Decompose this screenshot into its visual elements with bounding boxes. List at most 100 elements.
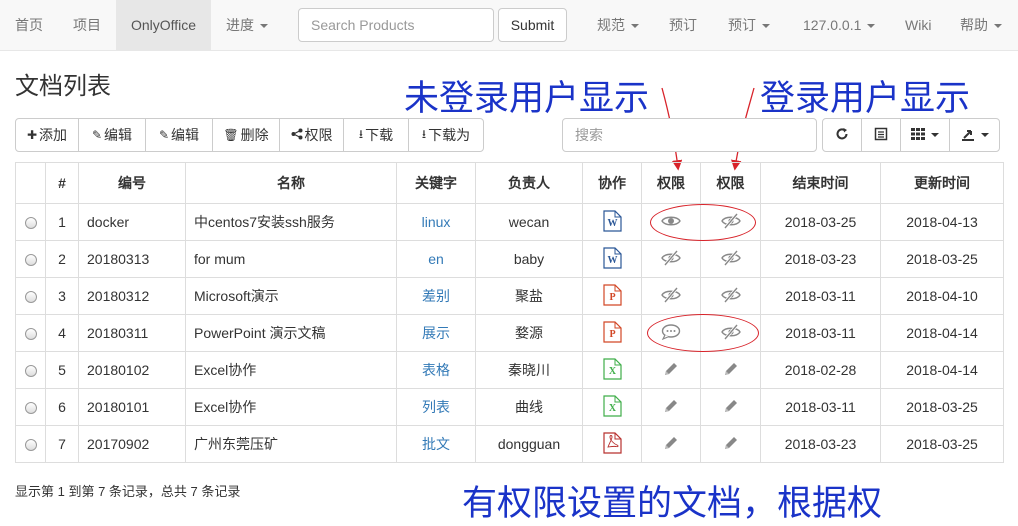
eye-slash-icon[interactable] [661, 286, 681, 306]
column-header-end-time[interactable]: 结束时间 [760, 162, 881, 204]
add-button[interactable]: ✚ 添加 [15, 118, 79, 152]
edit-button-2-label: 编辑 [171, 127, 200, 143]
row-radio[interactable] [24, 217, 37, 230]
row-index: 2 [45, 240, 79, 278]
export-button[interactable] [949, 118, 1000, 152]
word-doc-icon[interactable]: W [602, 209, 622, 235]
row-radio[interactable] [24, 328, 37, 341]
nav-onlyoffice-label: OnlyOffice [130, 17, 197, 33]
svg-text:X: X [608, 403, 616, 414]
column-header-owner[interactable]: 负责人 [475, 162, 583, 204]
pdf-doc-icon[interactable] [602, 431, 622, 457]
row-collab-cell: W [582, 203, 642, 241]
submit-button[interactable]: Submit [498, 8, 567, 42]
product-search-input[interactable] [298, 8, 494, 42]
row-collab-cell: P [582, 314, 642, 352]
nav-booking-label: 预订 [728, 17, 756, 33]
nav-projects[interactable]: 项目 [73, 0, 101, 50]
nav-onlyoffice[interactable]: OnlyOffice [116, 0, 211, 50]
excel-doc-icon[interactable]: X [602, 394, 622, 420]
pencil-icon[interactable] [663, 435, 679, 454]
nav-host-dropdown[interactable]: 127.0.0.1 [803, 0, 876, 50]
table-row[interactable]: 4 20180311 PowerPoint 演示文稿 展示 婺源 P 2018-03-11 2… [15, 314, 1004, 352]
toggle-view-button[interactable] [861, 118, 901, 152]
eye-slash-icon[interactable] [720, 286, 741, 306]
download-button[interactable]: ⭳ 下载 [343, 118, 409, 152]
pencil-icon[interactable] [723, 398, 739, 417]
table-search-input[interactable] [562, 118, 817, 152]
row-permission-user-cell [700, 388, 761, 426]
column-header-update-time[interactable]: 更新时间 [880, 162, 1004, 204]
column-header-code[interactable]: 编号 [78, 162, 186, 204]
permission-button[interactable]: 权限 [279, 118, 344, 152]
word-doc-icon[interactable]: W [602, 246, 622, 272]
edit-button-2[interactable]: ✎ 编辑 [145, 118, 213, 152]
row-radio[interactable] [24, 365, 37, 378]
nav-booking-dropdown[interactable]: 预订 [728, 0, 770, 50]
table-row[interactable]: 1 docker 中centos7安装ssh服务 linux wecan W 2018-03… [15, 203, 1004, 241]
row-update-time: 2018-03-25 [880, 425, 1004, 463]
pencil-icon[interactable] [663, 398, 679, 417]
row-keyword-link[interactable]: 批文 [422, 436, 450, 452]
ppt-doc-icon[interactable]: P [602, 283, 622, 309]
row-permission-guest-cell [641, 388, 701, 426]
nav-help-dropdown[interactable]: 帮助 [960, 0, 1002, 50]
row-radio[interactable] [24, 291, 37, 304]
nav-wiki[interactable]: Wiki [905, 0, 931, 50]
row-update-time: 2018-03-25 [880, 240, 1004, 278]
table-row[interactable]: 5 20180102 Excel协作 表格 秦晓川 X 2018-02-28 2018-04-… [15, 351, 1004, 389]
row-collab-cell [582, 425, 642, 463]
table-row[interactable]: 7 20170902 广州东莞压矿 批文 dongguan 2018-03-23 2018-… [15, 425, 1004, 463]
table-row[interactable]: 2 20180313 for mum en baby W 2018-03-23 2018-03… [15, 240, 1004, 278]
row-keyword-link[interactable]: 展示 [422, 325, 450, 341]
row-keyword-link[interactable]: 列表 [422, 399, 450, 415]
caret-down-icon [260, 24, 268, 29]
eye-slash-icon[interactable] [661, 249, 681, 269]
row-keyword-link[interactable]: linux [422, 214, 451, 230]
eye-icon[interactable] [661, 214, 681, 231]
edit-button[interactable]: ✎ 编辑 [78, 118, 146, 152]
column-header-collab[interactable]: 协作 [582, 162, 642, 204]
caret-down-icon [631, 24, 639, 29]
row-radio[interactable] [24, 439, 37, 452]
column-header-keyword[interactable]: 关键字 [396, 162, 476, 204]
delete-button[interactable]: 🗑 删除 [212, 118, 280, 152]
caret-down-icon [762, 24, 770, 29]
eye-slash-icon[interactable] [720, 323, 741, 343]
caret-down-icon [931, 133, 939, 137]
edit-icon: ✎ [158, 128, 170, 142]
nav-booking[interactable]: 预订 [669, 0, 697, 50]
column-header-name[interactable]: 名称 [185, 162, 397, 204]
comment-icon[interactable] [661, 323, 681, 343]
column-header-index[interactable]: # [45, 162, 79, 204]
pencil-icon[interactable] [663, 361, 679, 380]
excel-doc-icon[interactable]: X [602, 357, 622, 383]
table-row[interactable]: 3 20180312 Microsoft演示 差别 聚盐 P 2018-03-11 2018-… [15, 277, 1004, 315]
row-radio[interactable] [24, 402, 37, 415]
columns-button[interactable] [900, 118, 950, 152]
row-keyword-link[interactable]: 差别 [422, 288, 450, 304]
row-keyword-cell: 批文 [396, 425, 476, 463]
row-permission-guest-cell [641, 240, 701, 278]
refresh-button[interactable] [822, 118, 862, 152]
row-keyword-link[interactable]: en [428, 251, 444, 267]
eye-slash-icon[interactable] [720, 249, 741, 269]
row-keyword-link[interactable]: 表格 [422, 362, 450, 378]
column-header-permission-user[interactable]: 权限 [700, 162, 761, 204]
row-radio[interactable] [24, 254, 37, 267]
column-header-permission-guest[interactable]: 权限 [641, 162, 701, 204]
row-keyword-cell: 列表 [396, 388, 476, 426]
ppt-doc-icon[interactable]: P [602, 320, 622, 346]
column-header-select [15, 162, 46, 204]
pencil-icon[interactable] [723, 435, 739, 454]
row-permission-guest-cell [641, 425, 701, 463]
table-row[interactable]: 6 20180101 Excel协作 列表 曲线 X 2018-03-11 2018-03-2… [15, 388, 1004, 426]
download-as-button[interactable]: ⭳ 下载为 [408, 118, 484, 152]
row-code: 20180101 [78, 388, 186, 426]
row-index: 1 [45, 203, 79, 241]
nav-standards-dropdown[interactable]: 规范 [597, 0, 639, 50]
nav-home[interactable]: 首页 [15, 0, 43, 50]
eye-slash-icon[interactable] [720, 212, 741, 232]
nav-progress-dropdown[interactable]: 进度 [226, 0, 268, 50]
pencil-icon[interactable] [723, 361, 739, 380]
